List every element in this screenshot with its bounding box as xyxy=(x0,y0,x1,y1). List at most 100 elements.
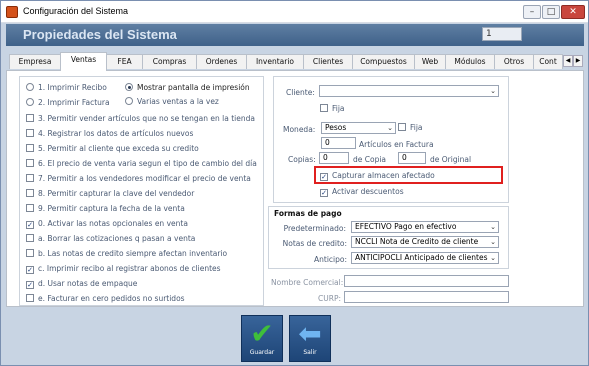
anticipo-select[interactable]: ANTICIPOCLI Anticipado de clientes ⌄ xyxy=(351,252,499,264)
tab-ordenes[interactable]: Ordenes xyxy=(196,54,247,69)
checkbox-label: a. Borrar las cotizaciones q pasan a ven… xyxy=(38,234,196,243)
anticipo-label: Anticipo: xyxy=(314,255,347,264)
chevron-down-icon: ⌄ xyxy=(490,87,496,95)
app-icon xyxy=(6,6,18,18)
articulos-field[interactable]: 0 xyxy=(321,137,356,149)
predeterminado-label: Predeterminado: xyxy=(283,224,346,233)
radio-label: Varias ventas a la vez xyxy=(137,97,219,106)
tab-empresa[interactable]: Empresa xyxy=(9,54,61,69)
original-field[interactable]: 0 xyxy=(398,152,426,164)
checkbox-option-3[interactable]: 3. Permitir vender artículos que no se t… xyxy=(26,114,255,123)
checkbox-icon xyxy=(398,123,406,131)
radio-icon xyxy=(125,83,133,91)
checkbox-icon xyxy=(26,294,34,302)
checkbox-label: 4. Registrar los datos de artículos nuev… xyxy=(38,129,194,138)
tab-strip: Empresa Ventas FEA Compras Ordenes Inven… xyxy=(6,52,584,71)
maximize-button[interactable]: □ xyxy=(542,5,560,19)
close-button[interactable]: ✕ xyxy=(561,5,585,19)
tab-otros[interactable]: Otros xyxy=(494,54,534,69)
radio-mostrar-pantalla[interactable]: Mostrar pantalla de impresión xyxy=(125,83,250,92)
radio-label: 1. Imprimir Recibo xyxy=(38,83,107,92)
moneda-fija-checkbox[interactable]: Fija xyxy=(398,123,423,132)
formas-title: Formas de pago xyxy=(274,209,342,218)
activar-descuentos-checkbox[interactable]: ✓ Activar descuentos xyxy=(320,187,404,197)
radio-imprimir-factura[interactable]: 2. Imprimir Factura xyxy=(26,98,110,107)
checkbox-option-c[interactable]: ✓ c. Imprimir recibo al registrar abonos … xyxy=(26,264,221,274)
checkbox-label: c. Imprimir recibo al registrar abonos d… xyxy=(38,264,221,273)
checkbox-icon xyxy=(26,114,34,122)
tab-web[interactable]: Web xyxy=(414,54,446,69)
checkbox-option-5[interactable]: 5. Permitir al cliente que exceda su cre… xyxy=(26,144,199,153)
tab-clientes[interactable]: Clientes xyxy=(303,54,353,69)
tab-scroll-left-icon[interactable]: ◀ xyxy=(563,55,573,67)
checkbox-label: 0. Activar las notas opcionales en venta xyxy=(38,219,188,228)
checkbox-option-7[interactable]: 7. Permitir a los vendedores modificar e… xyxy=(26,174,251,183)
checkbox-label: 3. Permitir vender artículos que no se t… xyxy=(38,114,255,123)
articulos-label: Artículos en Factura xyxy=(359,140,434,149)
checkbox-icon xyxy=(26,204,34,212)
cliente-select[interactable]: ⌄ xyxy=(319,85,499,97)
tab-compuestos[interactable]: Compuestos xyxy=(352,54,415,69)
checkbox-option-4[interactable]: 4. Registrar los datos de artículos nuev… xyxy=(26,129,193,138)
anticipo-value: ANTICIPOCLI Anticipado de clientes xyxy=(355,253,488,262)
curp-field[interactable] xyxy=(344,291,509,303)
checkbox-checked-icon: ✓ xyxy=(26,221,34,229)
checkbox-option-b[interactable]: b. Las notas de credito siempre afectan … xyxy=(26,249,227,258)
tab-compras[interactable]: Compras xyxy=(142,54,197,69)
chevron-down-icon: ⌄ xyxy=(490,254,496,262)
radio-imprimir-recibo[interactable]: 1. Imprimir Recibo xyxy=(26,83,107,92)
minimize-button[interactable]: – xyxy=(523,5,541,19)
checkbox-icon xyxy=(26,189,34,197)
notas-credito-value: NCCLI Nota de Credito de cliente xyxy=(355,237,479,246)
chevron-down-icon: ⌄ xyxy=(490,238,496,246)
guardar-button[interactable]: ✔ Guardar xyxy=(241,315,283,362)
checkbox-option-d[interactable]: ✓ d. Usar notas de empaque xyxy=(26,279,137,289)
radio-label: Mostrar pantalla de impresión xyxy=(137,83,250,92)
radio-icon xyxy=(26,98,34,106)
checkbox-label: 8. Permitir capturar la clave del vended… xyxy=(38,189,195,198)
tab-cont[interactable]: Cont xyxy=(533,54,563,69)
checkbox-label: b. Las notas de credito siempre afectan … xyxy=(38,249,228,258)
checkbox-option-9[interactable]: 9. Permitir captura la fecha de la venta xyxy=(26,204,185,213)
chevron-down-icon: ⌄ xyxy=(387,124,393,132)
title-bar: Configuración del Sistema – □ ✕ xyxy=(1,1,588,23)
tab-ventas[interactable]: Ventas xyxy=(60,52,107,71)
highlight-box xyxy=(314,166,503,184)
tab-inventario[interactable]: Inventario xyxy=(246,54,304,69)
notas-credito-select[interactable]: NCCLI Nota de Credito de cliente ⌄ xyxy=(351,236,499,248)
tab-modulos[interactable]: Módulos xyxy=(445,54,495,69)
exit-arrow-icon: ⬅ xyxy=(298,317,322,350)
nombre-comercial-field[interactable] xyxy=(344,275,509,287)
tab-fea[interactable]: FEA xyxy=(106,54,143,69)
checkbox-option-0[interactable]: ✓ 0. Activar las notas opcionales en vent… xyxy=(26,219,188,229)
checkbox-checked-icon: ✓ xyxy=(26,266,34,274)
salir-button[interactable]: ⬅ Salir xyxy=(289,315,331,362)
checkbox-icon xyxy=(320,104,328,112)
checkbox-label: 5. Permitir al cliente que exceda su cre… xyxy=(38,144,199,153)
moneda-label: Moneda: xyxy=(283,125,316,134)
moneda-select[interactable]: Pesos ⌄ xyxy=(321,122,396,134)
predeterminado-value: EFECTIVO Pago en efectivo xyxy=(355,222,457,231)
checkbox-option-8[interactable]: 8. Permitir capturar la clave del vended… xyxy=(26,189,194,198)
chevron-down-icon: ⌄ xyxy=(490,223,496,231)
checkbox-label: Fija xyxy=(410,123,423,132)
radio-varias-ventas[interactable]: Varias ventas a la vez xyxy=(125,97,219,106)
copias-label: Copias: xyxy=(288,155,316,164)
page-title: Propiedades del Sistema xyxy=(23,27,177,42)
checkbox-icon xyxy=(26,174,34,182)
checkbox-label: 6. El precio de venta varia segun el tip… xyxy=(38,159,257,168)
checkbox-label: Fija xyxy=(332,104,345,113)
cliente-fija-checkbox[interactable]: Fija xyxy=(320,104,345,113)
moneda-value: Pesos xyxy=(325,123,347,132)
checkbox-label: 9. Permitir captura la fecha de la venta xyxy=(38,204,185,213)
predeterminado-select[interactable]: EFECTIVO Pago en efectivo ⌄ xyxy=(351,221,499,233)
radio-icon xyxy=(26,83,34,91)
checkbox-icon xyxy=(26,144,34,152)
checkbox-option-a[interactable]: a. Borrar las cotizaciones q pasan a ven… xyxy=(26,234,195,243)
checkbox-option-6[interactable]: 6. El precio de venta varia segun el tip… xyxy=(26,159,257,168)
checkbox-option-e[interactable]: e. Facturar en cero pedidos no surtidos xyxy=(26,294,185,303)
checkbox-checked-icon: ✓ xyxy=(26,281,34,289)
tab-scroll-right-icon[interactable]: ▶ xyxy=(573,55,583,67)
copias-field[interactable]: 0 xyxy=(319,152,349,164)
company-number-field[interactable]: 1 xyxy=(482,27,522,41)
